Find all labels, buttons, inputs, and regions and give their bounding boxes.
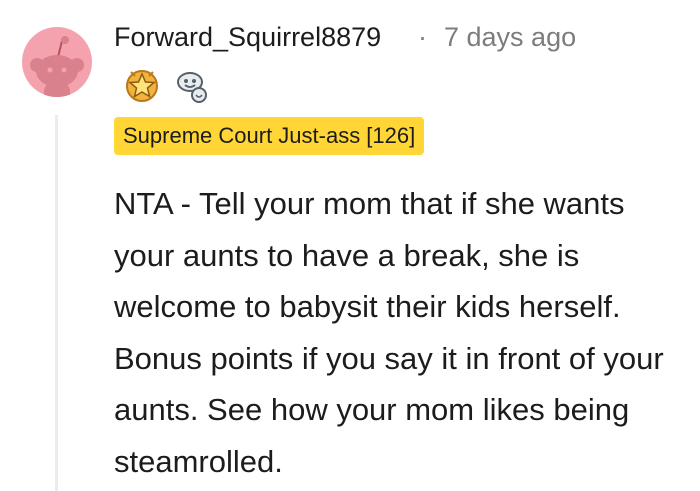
avatar[interactable] [22, 27, 92, 97]
meta-separator: · [418, 22, 427, 52]
wholesome-award-icon[interactable] [172, 66, 212, 111]
username-link[interactable]: Forward_Squirrel8879 [114, 22, 381, 53]
user-flair: Supreme Court Just-ass [126] [114, 117, 425, 155]
thread-line[interactable] [55, 115, 58, 491]
timestamp[interactable]: 7 days ago [444, 22, 576, 53]
comment-body: NTA - Tell your mom that if she wants yo… [114, 186, 664, 479]
gold-star-award-icon[interactable] [122, 66, 162, 111]
snoo-avatar-icon [30, 36, 84, 97]
